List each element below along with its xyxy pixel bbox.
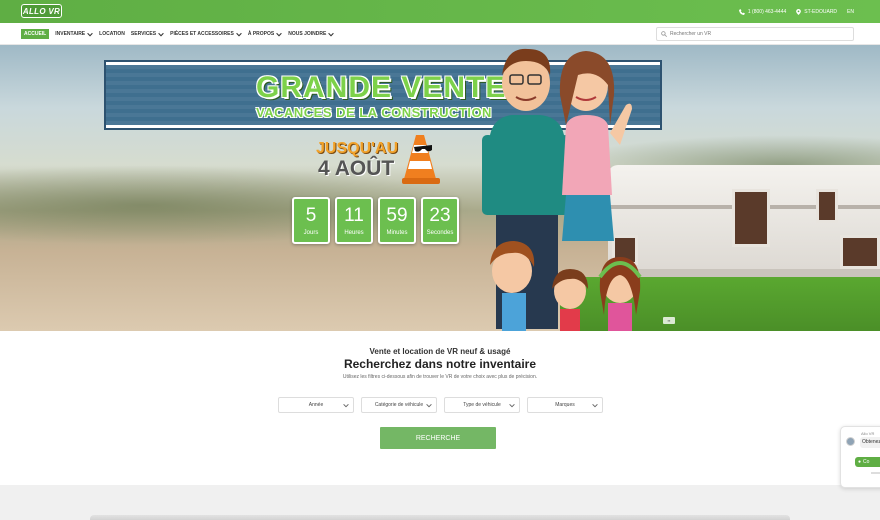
section-subtitle: Vente et location de VR neuf & usagé — [369, 347, 511, 356]
filter-label: Marques — [555, 402, 575, 408]
traffic-cone-icon — [402, 135, 440, 184]
nav-item-0[interactable]: ACCUEIL — [21, 29, 50, 39]
filter-label: Catégorie de véhicule — [374, 402, 424, 408]
nav-item-label: PIÈCES ET ACCESSOIRES — [170, 31, 234, 37]
countdown-label: Jours — [303, 230, 319, 236]
language-label: EN — [847, 8, 854, 15]
countdown-value: 59 — [386, 205, 408, 226]
filter-select-2[interactable]: Type de véhicule — [444, 397, 520, 413]
filter-label: Année — [308, 402, 324, 408]
search-button[interactable]: RECHERCHE — [380, 427, 496, 449]
page: ALLO VR 1 (800) 463-4444 ST-EDOUARD EN A… — [0, 0, 880, 520]
language-switch[interactable]: EN — [847, 9, 854, 15]
search-input[interactable] — [670, 31, 840, 37]
nav-item-label: LOCATION — [99, 31, 125, 37]
inventory-search-section: Vente et location de VR neuf & usagé Rec… — [0, 331, 880, 485]
chevron-down-icon — [276, 32, 283, 37]
nav-item-label: ACCUEIL — [24, 31, 47, 37]
chat-agent-name: Allo VR — [861, 431, 875, 436]
countdown-unit: 23 Secondes — [421, 197, 459, 244]
nav-item-label: INVENTAIRE — [55, 31, 86, 37]
countdown-label: Heures — [344, 230, 364, 236]
countdown-unit: 11 Heures — [335, 197, 373, 244]
trailer-window — [840, 235, 880, 269]
chat-message: Obtenez — [860, 437, 880, 448]
top-contact: 1 (800) 463-4444 ST-EDOUARD EN — [738, 0, 854, 23]
chevron-down-icon — [328, 32, 335, 37]
chat-button-label: Co — [863, 459, 870, 465]
location-name: ST-EDOUARD — [804, 8, 838, 15]
nav-item-4[interactable]: PIÈCES ET ACCESSOIRES — [170, 29, 242, 39]
logo-text: ALLO VR — [22, 6, 61, 16]
filter-select-3[interactable]: Marques — [527, 397, 603, 413]
filter-label: Type de véhicule — [463, 402, 501, 408]
trailer-window — [732, 189, 770, 247]
chat-footer — [871, 472, 880, 474]
chevron-down-icon — [236, 32, 242, 37]
phone-number: 1 (800) 463-4444 — [747, 8, 787, 15]
chat-avatar — [846, 437, 855, 446]
nav-item-label: SERVICES — [130, 31, 157, 37]
countdown-label: Secondes — [426, 230, 454, 236]
countdown-timer: 5 Jours 11 Heures 59 Minutes 23 Secondes — [292, 197, 459, 244]
phone-icon — [738, 8, 745, 15]
chat-start-button[interactable]: ● Co — [855, 457, 880, 467]
countdown-unit: 59 Minutes — [378, 197, 416, 244]
chevron-down-icon — [87, 32, 93, 37]
chevron-down-icon — [158, 32, 164, 37]
nav-items: ACCUEIL INVENTAIRE LOCATION SERVICES PIÈCES … — [21, 29, 335, 39]
logo[interactable]: ALLO VR — [21, 4, 62, 18]
countdown-unit: 5 Jours — [292, 197, 330, 244]
until-label: JUSQU'AU — [316, 140, 399, 157]
nav-item-label: NOUS JOINDRE — [288, 31, 327, 37]
trailer-window — [816, 189, 838, 223]
countdown-label: Minutes — [386, 230, 408, 236]
family-cartoon-image — [482, 48, 642, 331]
nav-item-1[interactable]: INVENTAIRE — [55, 29, 93, 39]
chat-widget[interactable]: Allo VR Obtenez ● Co — [840, 426, 880, 488]
top-bar: ALLO VR 1 (800) 463-4444 ST-EDOUARD EN — [0, 0, 880, 23]
location-link[interactable]: ST-EDOUARD — [796, 8, 838, 15]
main-nav: ACCUEIL INVENTAIRE LOCATION SERVICES PIÈCES … — [0, 23, 880, 45]
nav-item-6[interactable]: NOUS JOINDRE — [288, 29, 335, 39]
search-box[interactable] — [656, 27, 854, 41]
countdown-value: 23 — [429, 205, 451, 226]
countdown-value: 11 — [344, 205, 364, 226]
nav-item-2[interactable]: LOCATION — [99, 29, 125, 39]
until-date: 4 AOÛT — [318, 157, 395, 180]
next-section-edge — [90, 515, 790, 520]
map-pin-icon — [796, 8, 802, 15]
search-icon[interactable] — [661, 31, 667, 37]
phone-link[interactable]: 1 (800) 463-4444 — [738, 8, 787, 15]
sale-subtitle: VACANCES DE LA CONSTRUCTION — [256, 105, 492, 120]
slider-indicator[interactable]: ▪▪ — [663, 317, 675, 324]
nav-item-3[interactable]: SERVICES — [131, 29, 164, 39]
filter-select-0[interactable]: Année — [278, 397, 354, 413]
section-title: Recherchez dans notre inventaire — [343, 357, 537, 371]
nav-item-label: À PROPOS — [247, 31, 275, 37]
hero-banner[interactable]: GRANDE VENTE VACANCES DE LA CONSTRUCTION… — [0, 45, 880, 331]
section-description: Utilisez les filtres ci-dessous afin de … — [342, 374, 538, 380]
nav-item-5[interactable]: À PROPOS — [247, 29, 283, 39]
countdown-value: 5 — [305, 205, 317, 226]
sale-title: GRANDE VENTE — [256, 71, 507, 104]
chat-bubble-icon: ● — [858, 459, 862, 465]
filter-row: Année Catégorie de véhicule Type de véhicu… — [278, 397, 603, 413]
filter-select-1[interactable]: Catégorie de véhicule — [361, 397, 437, 413]
